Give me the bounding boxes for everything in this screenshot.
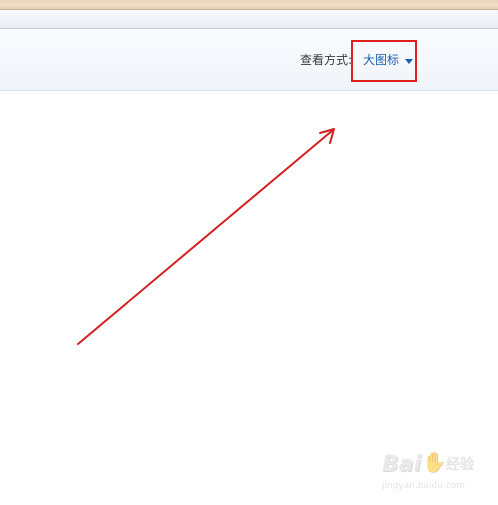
- view-mode-value[interactable]: 大图标: [363, 52, 399, 68]
- baidu-jingyan-watermark: Bai ✋ 经验 jingyan.baidu.com: [382, 450, 494, 498]
- watermark-logo-suffix: 经验: [446, 457, 474, 473]
- explorer-window: 查看方式: 大图标 Bai ✋ 经验 jingyan.baidu.com: [0, 0, 498, 505]
- address-bar-strip: [0, 10, 498, 29]
- watermark-url: jingyan.baidu.com: [382, 481, 466, 491]
- command-toolbar: [0, 29, 498, 91]
- caret-down-icon[interactable]: [405, 59, 413, 64]
- watermark-logo: Bai: [382, 452, 422, 477]
- view-mode-dropdown[interactable]: 大图标: [351, 40, 417, 82]
- paw-icon: ✋: [422, 450, 447, 474]
- view-mode-label: 查看方式:: [300, 53, 353, 67]
- content-area: [0, 91, 498, 505]
- window-title-bar: [0, 0, 498, 10]
